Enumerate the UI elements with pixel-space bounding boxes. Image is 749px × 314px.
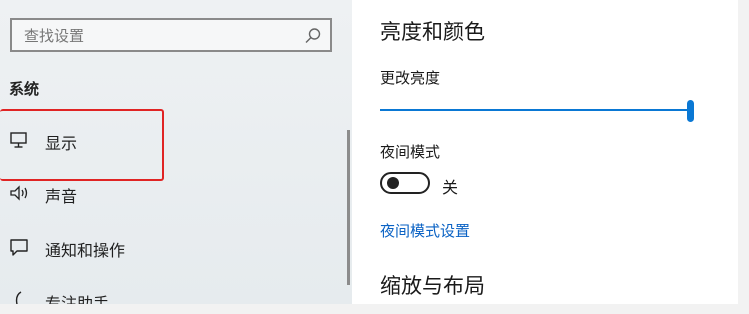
section-heading: 缩放与布局 (380, 274, 485, 298)
slider-track[interactable] (380, 109, 694, 111)
settings-content: 亮度和颜色 更改亮度 夜间模式 关 夜间模式设置 缩放与布局 (352, 0, 738, 304)
moon-icon (15, 291, 22, 304)
section-title: 系统 (9, 80, 40, 98)
highlight-box (0, 109, 164, 181)
window-edge (738, 0, 749, 314)
brightness-label: 更改亮度 (380, 69, 441, 87)
night-mode-label: 夜间模式 (380, 143, 441, 161)
toggle-state-text: 关 (442, 178, 459, 197)
notification-icon (10, 239, 28, 256)
search-input[interactable] (24, 26, 294, 46)
night-mode-settings-link[interactable]: 夜间模式设置 (380, 220, 470, 241)
sidebar-item-label: 通知和操作 (45, 241, 126, 260)
sidebar-item-label: 声音 (45, 187, 78, 206)
page-title: 亮度和颜色 (380, 20, 485, 44)
brightness-slider[interactable] (380, 100, 694, 122)
settings-sidebar: 系统 显示 声音 通知和操作 专注助手 (0, 0, 352, 304)
search-icon[interactable] (304, 27, 322, 45)
sidebar-item-notifications[interactable]: 通知和操作 (0, 227, 340, 267)
speaker-icon (10, 185, 28, 201)
sidebar-item-label: 专注助手 (45, 294, 110, 304)
sidebar-item-focus-assist[interactable]: 专注助手 (0, 280, 340, 304)
night-mode-toggle[interactable] (380, 172, 430, 194)
search-box[interactable] (10, 18, 332, 52)
toggle-knob (387, 177, 399, 189)
scrollbar[interactable] (347, 130, 350, 285)
slider-thumb[interactable] (687, 100, 694, 122)
